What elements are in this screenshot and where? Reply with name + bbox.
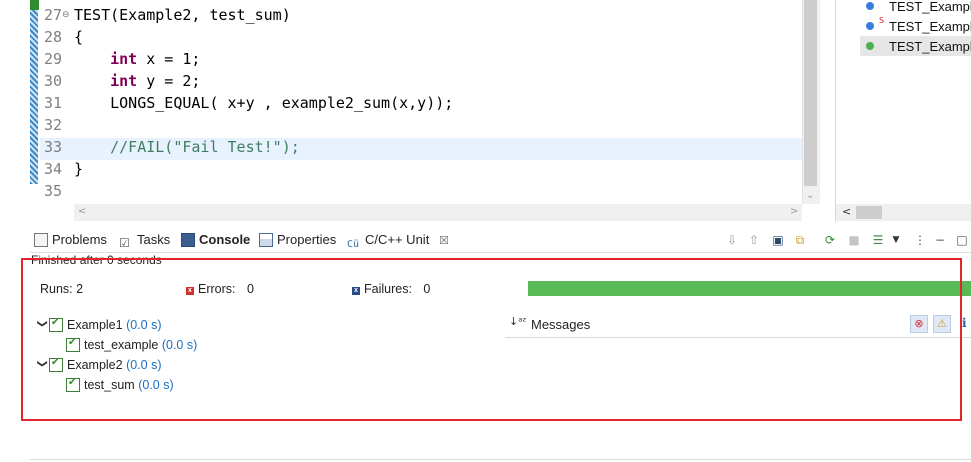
close-tab-icon[interactable]: ☒ — [439, 235, 449, 247]
tab-label: C/C++ Unit — [365, 232, 430, 247]
console-icon — [181, 233, 195, 247]
tasks-icon: ☑ — [119, 236, 130, 250]
line-number: 29 — [43, 50, 62, 68]
scroll-lock-icon[interactable]: ⧉ — [792, 232, 808, 248]
outline-item[interactable]: TEST_Example — [836, 0, 971, 16]
function-icon — [866, 22, 874, 30]
test-history-icon[interactable]: ☰ — [870, 232, 886, 248]
tab-properties[interactable]: Properties — [259, 232, 336, 250]
scroll-left-arrow-icon[interactable]: < — [842, 205, 851, 218]
outline-item[interactable]: S TEST_Example — [836, 16, 971, 36]
tab-label: Problems — [52, 232, 107, 247]
tab-problems[interactable]: Problems — [34, 232, 107, 250]
code-text: x = 1; — [137, 50, 201, 68]
code-line[interactable]: LONGS_EQUAL( x+y , example2_sum(x,y)); — [74, 94, 453, 112]
function-icon — [866, 2, 874, 10]
minimize-icon[interactable]: − — [932, 232, 948, 248]
next-failure-icon[interactable]: ⇩ — [724, 232, 740, 248]
outline-item-label: TEST_Example — [889, 39, 971, 54]
scroll-right-arrow-icon[interactable]: > — [790, 206, 798, 217]
outline-item-label: TEST_Example — [889, 19, 971, 34]
fold-collapse-icon[interactable]: ⊖ — [62, 10, 72, 20]
outline-panel: TEST_Example S TEST_Example TEST_Example… — [835, 0, 971, 222]
line-number: 34 — [43, 160, 62, 178]
stop-icon[interactable]: ■ — [846, 232, 862, 248]
cpp-unit-icon: Cü — [347, 239, 360, 250]
code-line[interactable]: int x = 1; — [74, 50, 200, 68]
tab-console[interactable]: Console — [181, 232, 250, 250]
line-number: 31 — [43, 94, 62, 112]
panel-border — [30, 459, 971, 460]
outline-horizontal-scrollbar[interactable]: < — [836, 204, 971, 221]
keyword: int — [110, 72, 138, 90]
code-line[interactable]: } — [74, 160, 83, 178]
rerun-test-icon[interactable]: ⟳ — [822, 232, 838, 248]
line-number: 35 — [43, 182, 62, 200]
dropdown-icon[interactable]: ▼ — [888, 232, 904, 248]
tab-tasks[interactable]: ☑ Tasks — [119, 232, 170, 250]
tab-label: Tasks — [137, 232, 171, 247]
properties-icon — [259, 233, 273, 247]
outline-item-label: TEST_Example — [889, 0, 971, 14]
code-line[interactable]: int y = 2; — [74, 72, 200, 90]
scrollbar-thumb[interactable] — [804, 0, 817, 186]
maximize-icon[interactable]: □ — [954, 232, 970, 248]
scroll-left-arrow-icon[interactable]: < — [78, 206, 86, 217]
static-marker: S — [879, 16, 885, 25]
line-number: 33 — [43, 138, 62, 156]
scrollbar-thumb[interactable] — [856, 206, 882, 219]
keyword: int — [110, 50, 138, 68]
line-number: 27 — [43, 6, 62, 24]
line-number: 32 — [43, 116, 62, 134]
tab-label: Console — [199, 232, 251, 247]
tab-label: Properties — [277, 232, 337, 247]
problems-icon — [34, 233, 48, 247]
highlight-frame — [21, 258, 962, 421]
code-text: y = 2; — [137, 72, 201, 90]
code-line[interactable]: { — [74, 28, 83, 46]
previous-failure-icon[interactable]: ⇧ — [746, 232, 762, 248]
code-comment-line[interactable]: //FAIL("Fail Test!"); — [74, 138, 300, 156]
line-number: 28 — [43, 28, 62, 46]
change-ruler — [30, 0, 38, 184]
function-icon — [866, 42, 874, 50]
scroll-down-arrow-icon[interactable]: ⌄ — [806, 190, 814, 201]
view-menu-icon[interactable]: ⋮ — [912, 232, 928, 248]
code-line[interactable]: TEST(Example2, test_sum) — [74, 6, 291, 24]
tab-cpp-unit[interactable]: Cü C/C++ Unit ☒ — [347, 232, 449, 250]
info-icon[interactable]: i — [962, 316, 967, 330]
line-number: 26 — [38, 0, 62, 4]
view-tab-bar: Problems ☑ Tasks Console Properties Cü C/C… — [30, 228, 971, 253]
code-editor[interactable]: 26 27 ⊖ 28 29 30 31 32 33 34 35 TEST(Exa… — [0, 0, 820, 222]
line-number: 30 — [43, 72, 62, 90]
outline-item-selected[interactable]: TEST_Example — [860, 36, 971, 56]
show-failures-only-icon[interactable]: ▣ — [770, 232, 786, 248]
horizontal-scrollbar[interactable] — [74, 204, 802, 221]
